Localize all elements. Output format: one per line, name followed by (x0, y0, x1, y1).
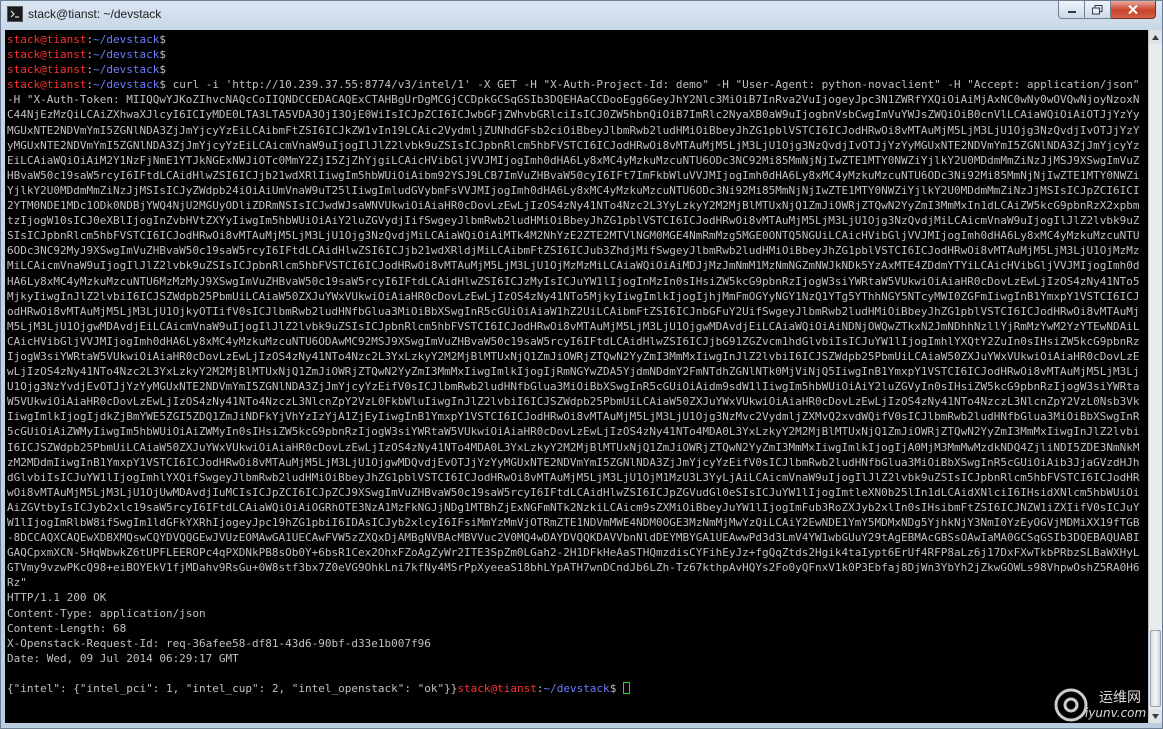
prompt-path: ~/devstack (93, 63, 160, 77)
arrow-up-icon (1152, 34, 1159, 40)
watermark-url: iyunv.com (1085, 706, 1147, 720)
prompt-symbol: $ (159, 78, 166, 92)
maximize-icon (1092, 4, 1103, 14)
prompt-path: ~/devstack (543, 682, 610, 696)
prompt-path: ~/devstack (93, 48, 160, 62)
prompt-user-host: stack@tianst (7, 63, 87, 77)
prompt-user-host: stack@tianst (7, 78, 87, 92)
http-status-line: HTTP/1.1 200 OK (7, 591, 107, 605)
watermark: 运维网 iyunv.com (1041, 684, 1159, 726)
content-type-header: Content-Type: application/json (7, 606, 206, 620)
prompt-user-host: stack@tianst (7, 48, 87, 62)
prompt-user-host: stack@tianst (7, 33, 87, 46)
prompt-user-host: stack@tianst (457, 682, 537, 696)
prompt-line: stack@tianst:~/devstack$ (7, 32, 1148, 47)
prompt-symbol: $ (159, 33, 166, 46)
curl-command-text: curl -i 'http://10.239.37.55:8774/v3/int… (7, 78, 1147, 590)
content-length-header: Content-Length: 68 (7, 621, 127, 635)
request-id-header: X-Openstack-Request-Id: req-36afee58-df8… (7, 636, 431, 650)
prompt-path: ~/devstack (93, 33, 160, 46)
text-cursor (622, 682, 630, 695)
close-button[interactable] (1111, 1, 1156, 19)
prompt-line: stack@tianst:~/devstack$ (7, 47, 1148, 62)
date-header: Date: Wed, 09 Jul 2014 06:29:17 GMT (7, 651, 239, 665)
scroll-up-button[interactable] (1149, 30, 1162, 44)
minimize-button[interactable] (1058, 1, 1085, 19)
window-controls (1058, 1, 1156, 21)
prompt-symbol: $ (159, 48, 166, 62)
minimize-icon (1067, 10, 1076, 13)
response-body: {"intel": {"intel_pci": 1, "intel_cup": … (7, 682, 458, 696)
curl-command-line: stack@tianst:~/devstack$ curl -i 'http:/… (7, 77, 1143, 590)
terminal-output[interactable]: stack@tianst:~/devstack$ stack@tianst:~/… (5, 30, 1148, 723)
close-icon (1128, 4, 1138, 15)
terminal-window: stack@tianst: ~/devstack stack@tianst:~/… (0, 0, 1163, 729)
prompt-path: ~/devstack (93, 78, 160, 92)
vertical-scrollbar[interactable] (1148, 30, 1162, 723)
terminal-app-icon (7, 6, 23, 22)
prompt-symbol: $ (159, 63, 166, 77)
maximize-button[interactable] (1085, 1, 1111, 19)
title-bar[interactable]: stack@tianst: ~/devstack (1, 1, 1162, 29)
response-body-line: {"intel": {"intel_pci": 1, "intel_cup": … (7, 681, 1148, 696)
window-title: stack@tianst: ~/devstack (28, 7, 162, 21)
watermark-text: 运维网 (1099, 690, 1141, 706)
prompt-symbol: $ (609, 682, 617, 696)
prompt-line: stack@tianst:~/devstack$ (7, 62, 1148, 77)
